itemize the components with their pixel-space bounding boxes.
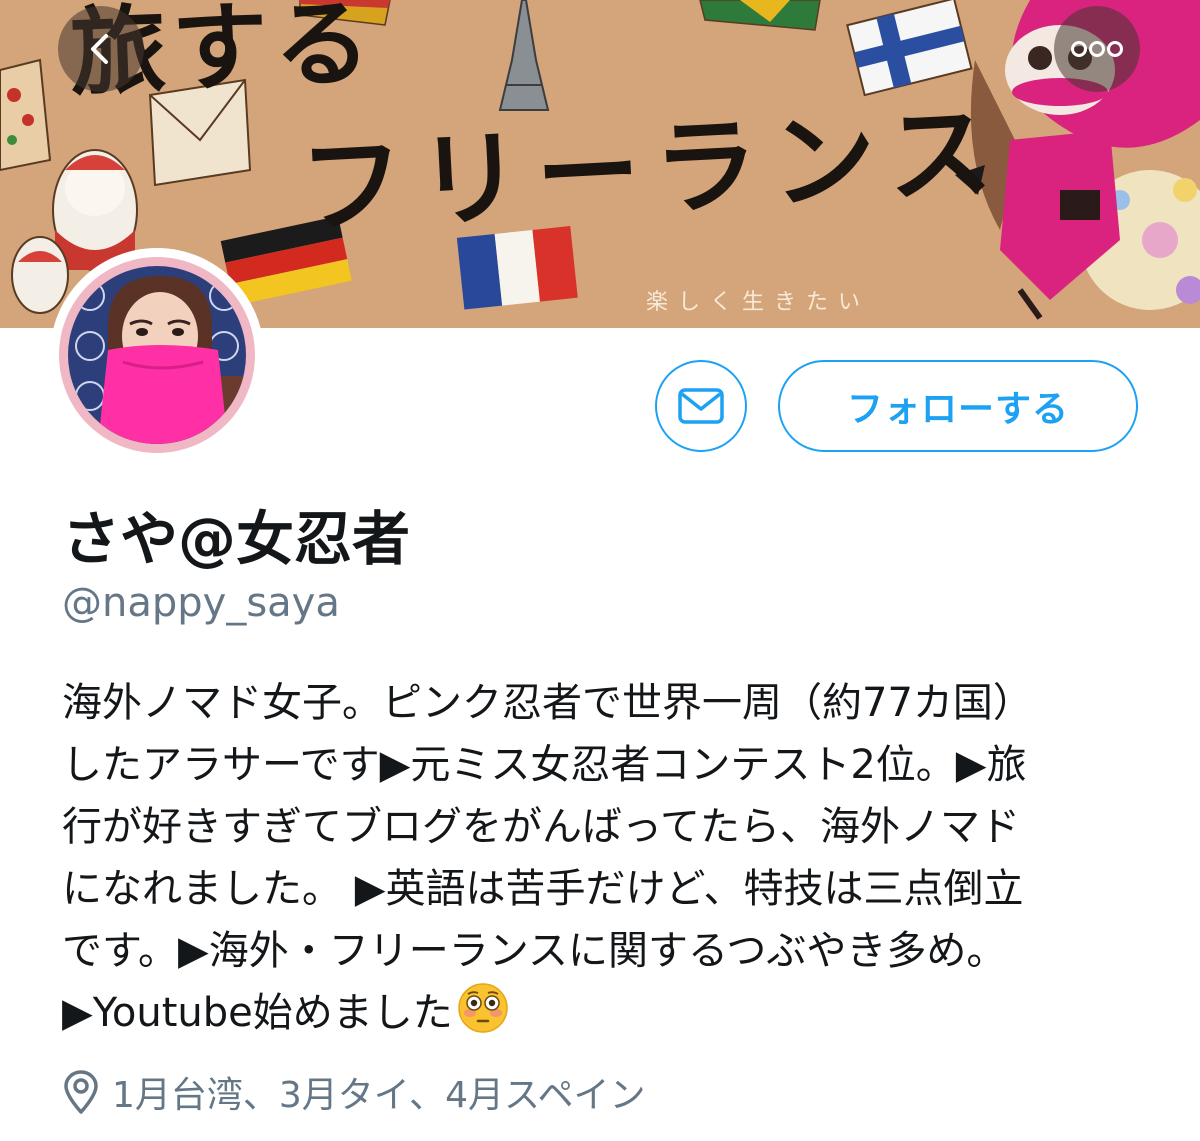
banner-tagline: 楽しく生きたい	[646, 290, 871, 315]
display-name: さや@女忍者	[62, 505, 411, 573]
more-options-button[interactable]	[1054, 6, 1140, 92]
avatar-border	[59, 257, 255, 453]
follow-button[interactable]: フォローする	[778, 360, 1138, 452]
bio-line: 行が好きすぎてブログをがんばってたら、海外ノマド	[62, 804, 1020, 850]
envelope-icon	[678, 388, 724, 424]
more-horizontal-icon	[1071, 41, 1123, 57]
avatar	[68, 266, 246, 444]
bio-line: 海外ノマド女子。ピンク忍者で世界一周（約77カ国）	[62, 680, 1033, 726]
bio-line-last: ▶Youtube始めました	[62, 982, 1152, 1044]
avatar-ring[interactable]	[50, 248, 264, 462]
flushed-face-emoji	[458, 983, 508, 1033]
location-pin-icon	[64, 1070, 98, 1114]
bio-line: したアラサーです▶元ミス女忍者コンテスト2位。▶旅	[62, 742, 1027, 788]
bio-line: になれました。 ▶英語は苦手だけど、特技は三点倒立	[62, 866, 1024, 912]
avatar-photo	[68, 266, 246, 444]
message-button[interactable]	[655, 360, 747, 452]
chevron-left-icon	[91, 34, 108, 64]
bio-line-text: ▶Youtube始めました	[62, 990, 453, 1036]
location-text: 1月台湾、3月タイ、4月スペイン	[112, 1075, 646, 1116]
back-button[interactable]	[58, 6, 144, 92]
bio-line: です。▶海外・フリーランスに関するつぶやき多め。	[62, 928, 1007, 974]
profile-bio: 海外ノマド女子。ピンク忍者で世界一周（約77カ国） したアラサーです▶元ミス女忍…	[62, 672, 1152, 1044]
user-handle[interactable]: @nappy_saya	[62, 580, 340, 626]
profile-location: 1月台湾、3月タイ、4月スペイン	[62, 1066, 645, 1118]
